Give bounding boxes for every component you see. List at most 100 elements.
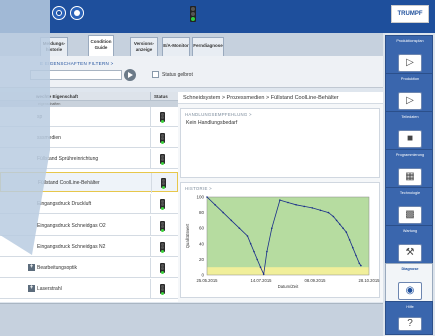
tab-meldungshistorie[interactable]: Meldungs- historie: [40, 37, 68, 56]
y-tick-label: 100: [196, 195, 204, 200]
data-point: [311, 207, 314, 209]
top-bar: TRUMPF: [0, 0, 435, 33]
data-point: [342, 227, 344, 229]
data-point: [339, 223, 341, 226]
layout-icon: ▦: [398, 168, 422, 186]
list-item[interactable]: + Laserstrahl: [0, 279, 178, 299]
help-icon: ?: [398, 317, 422, 331]
col-status[interactable]: Status: [150, 92, 174, 101]
main-navigation: Produktionsplan ▷ Produktion ▷ Teiledate…: [383, 33, 435, 336]
filter-go-button[interactable]: [124, 69, 136, 81]
data-point: [327, 211, 330, 214]
data-point: [246, 235, 249, 237]
data-point: [249, 243, 252, 245]
filter-input[interactable]: [30, 70, 122, 80]
breadcrumb: Schneidsystem > Prozessmedien > Füllstan…: [178, 92, 383, 104]
play-icon: ▷: [398, 54, 422, 72]
y-tick-label: 0: [201, 273, 204, 278]
history-chart: 0 20 40 60 80 100 25.05.2015 14.07.2015 08.09.20…: [185, 195, 381, 290]
x-tick-label: 14.07.2015: [251, 278, 273, 283]
tab-ferndiagnose[interactable]: Ferndiagnose: [192, 37, 224, 56]
list-item-selected[interactable]: Füllstand CoolLine-Behälter: [0, 172, 178, 193]
list-item[interactable]: + Bearbeitungsoptik: [0, 258, 178, 278]
traffic-light-icon: [160, 242, 165, 253]
detail-panel: Schneidsystem > Prozessmedien > Füllstan…: [178, 92, 383, 302]
list-item[interactable]: sp: [0, 107, 178, 127]
tab-condition-guide[interactable]: Condition Guide: [88, 35, 114, 56]
list-item[interactable]: Eingangsdruck Schneidgas N2: [0, 237, 178, 257]
data-point: [262, 273, 265, 275]
data-point: [295, 204, 297, 206]
y-tick-label: 80: [199, 210, 205, 215]
nav-hilfe[interactable]: Hilfe ?: [385, 301, 433, 335]
traffic-light-icon: [160, 112, 165, 123]
mode-icon[interactable]: [70, 6, 84, 20]
y-tick-label: 20: [199, 257, 205, 262]
tab-ea-monitor[interactable]: E/A-Monitor: [162, 37, 190, 56]
data-point: [222, 211, 224, 214]
recommendation-card: HANDLUNGSEMPFEHLUNG > Kein Handlungsbeda…: [180, 108, 380, 178]
machine-status-icon[interactable]: [52, 6, 66, 20]
status-checkbox-label: Status gelbrot: [162, 72, 193, 78]
expand-icon[interactable]: +: [28, 285, 35, 292]
list-header: wechte Eigenschaft Status: [0, 92, 178, 101]
data-point: [348, 239, 351, 241]
wrench-icon: ⚒: [398, 244, 422, 262]
traffic-light-icon: [160, 221, 165, 232]
data-point: [279, 199, 281, 201]
data-point: [287, 201, 289, 204]
x-tick-label: 25.05.2015: [197, 278, 219, 283]
data-point: [355, 254, 357, 257]
data-point: [335, 219, 338, 222]
filter-bar: E EIGENSCHAFTEN FILTERN > Status gelbrot: [0, 56, 383, 88]
x-axis-label: Datum/Zeit: [278, 284, 299, 289]
list-item[interactable]: sssmedien: [0, 128, 178, 148]
data-point: [253, 250, 255, 253]
list-item[interactable]: Eingangsdruck Druckluft: [0, 194, 178, 214]
data-point: [206, 196, 208, 198]
grid-icon: ▩: [398, 206, 422, 224]
data-point: [345, 231, 348, 233]
data-point: [303, 205, 305, 208]
tab-versionsanzeige[interactable]: Versions- anzeige: [130, 37, 158, 56]
history-card: HISTORIE > 0 20 40 60 80 100 25.05.2015 14.07.2…: [180, 182, 380, 298]
traffic-light-icon: [160, 154, 165, 165]
traffic-light-icon: [160, 199, 165, 210]
data-point: [352, 246, 354, 249]
chart-plot-area: [207, 197, 369, 275]
data-point: [319, 209, 322, 212]
logo: TRUMPF: [391, 5, 429, 23]
data-point: [266, 250, 268, 253]
data-point: [230, 219, 233, 222]
traffic-light-icon: [161, 178, 166, 189]
filter-label: E EIGENSCHAFTEN FILTERN >: [40, 61, 114, 66]
data-point: [358, 262, 361, 265]
chart-threshold-band: [207, 267, 369, 275]
data-point: [332, 215, 335, 218]
recommendation-text: Kein Handlungsbedarf: [186, 120, 238, 126]
list-item[interactable]: Eingangsdruck Schneidgas O2: [0, 216, 178, 236]
data-point: [271, 227, 273, 229]
data-point: [360, 264, 362, 267]
traffic-light-icon: [160, 284, 165, 295]
eye-icon: ◉: [398, 282, 422, 300]
list-item[interactable]: Füllstand Sprühreinrichtung: [0, 149, 178, 169]
col-property[interactable]: wechte Eigenschaft: [36, 94, 78, 99]
property-list: wechte Eigenschaft Status eigenschaften …: [0, 92, 178, 302]
data-point: [238, 227, 241, 229]
traffic-light-icon: [160, 263, 165, 274]
traffic-light-icon: [160, 133, 165, 144]
play-icon: ▷: [398, 92, 422, 110]
expand-icon[interactable]: +: [28, 264, 35, 271]
x-tick-label: 08.09.2015: [305, 278, 327, 283]
y-axis-label: Qualitätswert: [185, 223, 190, 248]
stop-icon: ■: [398, 130, 422, 148]
x-tick-label: 28.10.2015: [359, 278, 381, 283]
y-tick-label: 40: [199, 241, 205, 246]
data-point: [214, 204, 216, 206]
recommendation-title: HANDLUNGSEMPFEHLUNG >: [185, 112, 252, 117]
bottom-bar: [0, 303, 383, 336]
status-checkbox[interactable]: [152, 71, 159, 78]
data-point: [259, 266, 262, 268]
data-point: [256, 258, 258, 261]
